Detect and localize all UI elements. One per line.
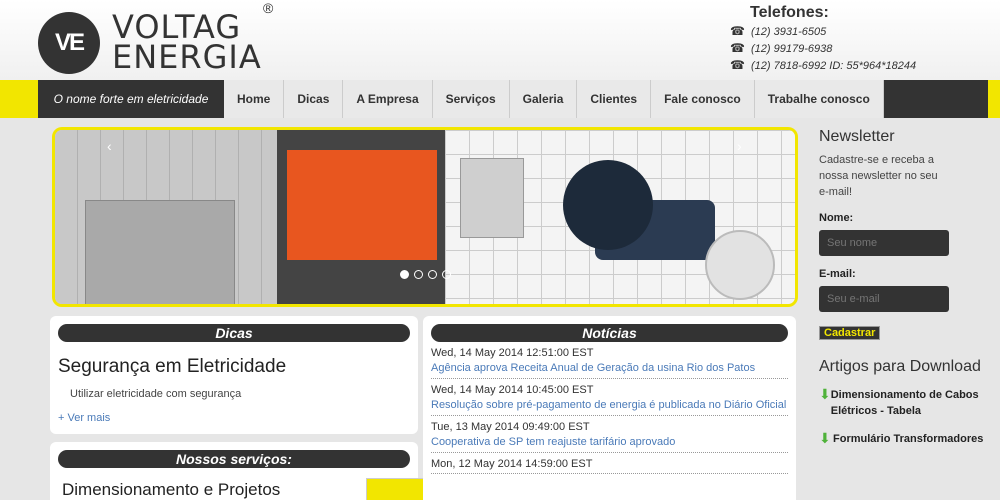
nav-servicos[interactable]: Serviços [432,80,510,118]
news-item: Wed, 14 May 2014 12:51:00 EST Agência ap… [431,342,788,379]
noticias-title: Notícias [431,324,788,342]
news-link[interactable]: Resolução sobre pré-pagamento de energia… [431,397,788,413]
nav-home[interactable]: Home [224,80,285,118]
dicas-heading: Segurança em Eletricidade [58,356,287,377]
slide-motor [563,160,653,250]
sidebar: Newsletter Cadastre-se e receba a nossa … [819,128,989,447]
nav-fale-conosco[interactable]: Fale conosco [651,80,755,118]
slogan: O nome forte em eletricidade [38,80,224,118]
slide-panel-inner [287,150,437,260]
phone-icon: ☎ [730,58,745,72]
news-date: Mon, 12 May 2014 14:59:00 EST [431,458,593,470]
phone-number: (12) 3931-6505 [751,26,827,38]
news-date: Wed, 14 May 2014 10:45:00 EST [431,384,594,396]
menu-filler [883,80,988,118]
phone-item: ☎ (12) 99179-6938 [730,40,916,56]
email-input[interactable] [819,286,949,312]
nav-empresa[interactable]: A Empresa [343,80,433,118]
downloads-title: Artigos para Download [819,358,981,375]
servicos-heading[interactable]: Dimensionamento e Projetos [62,480,280,500]
dicas-title: Dicas [58,324,410,342]
nav-clientes[interactable]: Clientes [577,80,652,118]
name-input[interactable] [819,230,949,256]
slide-box [460,158,524,238]
news-link[interactable]: Cooperativa de SP tem reajuste tarifário… [431,434,788,450]
main-navbar: O nome forte em eletricidade Home Dicas … [0,80,1000,118]
servicos-card: Nossos serviços: Dimensionamento e Proje… [50,442,458,500]
phone-number: (12) 99179-6938 [751,43,833,55]
slider-dot[interactable] [428,270,437,279]
image-slider[interactable]: ‹ › [52,127,798,307]
download-link[interactable]: Formulário Transformadores [833,431,983,447]
slide-cabinet [85,200,235,304]
email-label: E-mail: [819,268,856,280]
slide-fan [705,230,775,300]
download-arrow-icon: ⬇ [819,386,831,402]
newsletter-desc: Cadastre-se e receba a nossa newsletter … [819,154,938,198]
slider-dot[interactable] [414,270,423,279]
download-item[interactable]: ⬇ Formulário Transformadores [819,431,989,447]
news-link[interactable]: Agência aprova Receita Anual de Geração … [431,360,788,376]
registered-mark: ® [263,0,274,16]
dicas-more-link[interactable]: + Ver mais [58,412,418,424]
download-link[interactable]: Dimensionamento de Cabos Elétricos - Tab… [831,387,989,419]
news-item: Mon, 12 May 2014 14:59:00 EST [431,453,788,474]
phone-number: (12) 7818-6992 ID: 55*964*18244 [751,60,917,72]
main-menu: Home Dicas A Empresa Serviços Galeria Cl… [224,80,988,118]
slider-next-icon[interactable]: › [737,138,742,154]
news-date: Wed, 14 May 2014 12:51:00 EST [431,347,594,359]
phone-item: ☎ (12) 3931-6505 [730,23,916,39]
news-item: Tue, 13 May 2014 09:49:00 EST Cooperativ… [431,416,788,453]
dicas-card: Dicas Segurança em Eletricidade Utilizar… [50,316,418,434]
slider-prev-icon[interactable]: ‹ [107,138,112,154]
dicas-text: Utilizar eletricidade com segurança [70,388,242,400]
slider-dots [400,270,451,279]
phones-block: Telefones: ☎ (12) 3931-6505 ☎ (12) 99179-6… [730,4,916,73]
phones-title: Telefones: [750,4,829,21]
download-arrow-icon: ⬇ [819,430,831,446]
logo[interactable]: VE [38,12,100,74]
logo-text: VE [54,29,85,56]
download-item[interactable]: ⬇ Dimensionamento de Cabos Elétricos - T… [819,387,989,419]
nav-dicas[interactable]: Dicas [284,80,344,118]
servicos-title: Nossos serviços: [58,450,410,468]
brand-line-2: ENERGIA [112,38,262,76]
slider-dot[interactable] [442,270,451,279]
nav-galeria[interactable]: Galeria [509,80,578,118]
news-item: Wed, 14 May 2014 10:45:00 EST Resolução … [431,379,788,416]
brand-name[interactable]: VOLTAG ENERGIA [112,11,262,76]
subscribe-button[interactable]: Cadastrar [819,326,881,340]
name-label: Nome: [819,212,854,224]
site-header: VE VOLTAG ENERGIA ® Telefones: ☎ (12) 393… [0,0,1000,80]
slider-dot[interactable] [400,270,409,279]
phone-item: ☎ (12) 7818-6992 ID: 55*964*18244 [730,57,916,73]
phone-icon: ☎ [730,24,745,38]
newsletter-title: Newsletter [819,128,895,145]
nav-trabalhe-conosco[interactable]: Trabalhe conosco [754,80,884,118]
phone-icon: ☎ [730,41,745,55]
noticias-card: Notícias Wed, 14 May 2014 12:51:00 EST A… [423,316,796,500]
news-date: Tue, 13 May 2014 09:49:00 EST [431,421,590,433]
